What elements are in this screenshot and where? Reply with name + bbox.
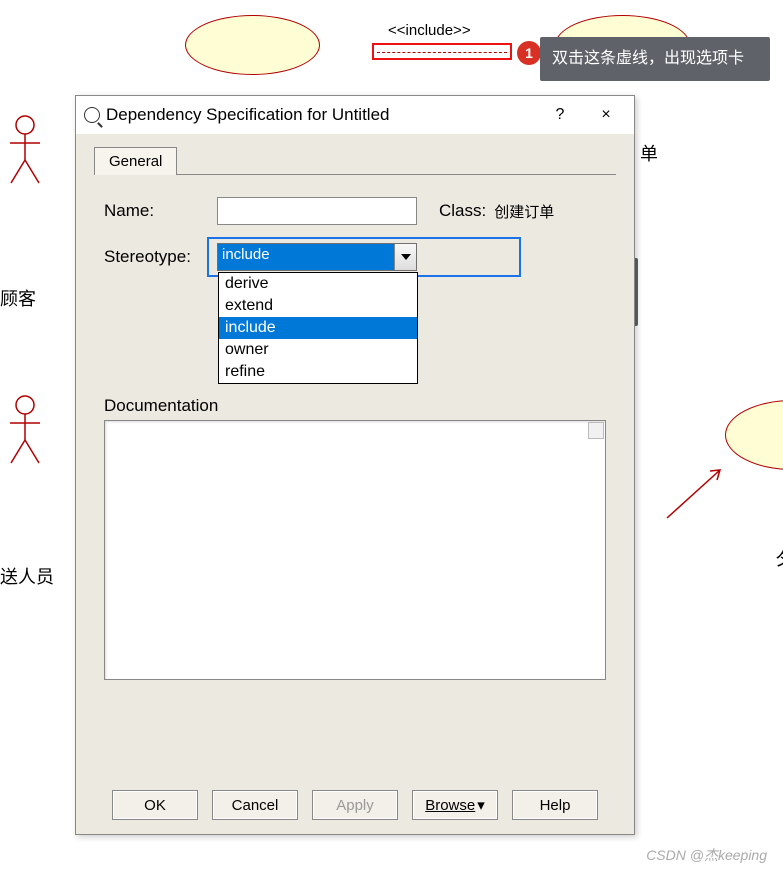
annotation-callout-1: 双击这条虚线，出现选项卡: [540, 37, 770, 81]
uml-dependency-line[interactable]: [372, 43, 512, 60]
browse-button-label: Browse: [425, 797, 475, 814]
close-titlebar-button[interactable]: ×: [586, 98, 626, 132]
actor-label-customer: 顾客: [0, 285, 36, 311]
actor-icon: [5, 395, 45, 465]
uml-include-label: <<include>>: [388, 22, 471, 39]
apply-button[interactable]: Apply: [312, 790, 398, 820]
actor-label-delivery: 送人员: [0, 563, 54, 589]
scrollbar-up-button[interactable]: [588, 422, 604, 439]
ok-button[interactable]: OK: [112, 790, 198, 820]
class-label: Class:: [439, 201, 486, 221]
text-fragment: 单: [640, 140, 658, 166]
chevron-down-icon[interactable]: [394, 244, 416, 270]
dialog-title: Dependency Specification for Untitled: [106, 105, 534, 125]
tab-general[interactable]: General: [94, 147, 177, 175]
magnifier-icon: [84, 107, 100, 123]
stereotype-option[interactable]: derive: [219, 273, 417, 295]
actor-icon: [5, 115, 45, 185]
uml-association-arrow: [665, 465, 725, 520]
watermark: CSDN @杰keeping: [646, 845, 767, 865]
name-label: Name:: [104, 201, 209, 221]
stereotype-value: include: [218, 244, 394, 270]
annotation-badge-1: 1: [517, 41, 541, 65]
uml-usecase-ellipse: [725, 400, 783, 470]
stereotype-option[interactable]: extend: [219, 295, 417, 317]
uml-usecase-ellipse: [185, 15, 320, 75]
stereotype-combobox[interactable]: include derive extend include owner refi…: [217, 243, 417, 271]
text-fragment: 夕: [775, 545, 783, 571]
stereotype-dropdown: derive extend include owner refine: [218, 272, 418, 384]
stereotype-option[interactable]: refine: [219, 361, 417, 383]
documentation-textarea[interactable]: [104, 420, 606, 680]
tabstrip: General: [94, 146, 616, 175]
help-titlebar-button[interactable]: ?: [540, 98, 580, 132]
stereotype-option[interactable]: owner: [219, 339, 417, 361]
documentation-label: Documentation: [94, 396, 616, 416]
stereotype-label: Stereotype:: [104, 247, 209, 267]
browse-button[interactable]: Browse▾: [412, 790, 498, 820]
dependency-specification-dialog: Dependency Specification for Untitled ? …: [75, 95, 635, 835]
name-input[interactable]: [217, 197, 417, 225]
cancel-button[interactable]: Cancel: [212, 790, 298, 820]
class-value: 创建订单: [494, 201, 554, 222]
chevron-down-icon: ▾: [477, 796, 485, 814]
dialog-titlebar[interactable]: Dependency Specification for Untitled ? …: [76, 96, 634, 134]
stereotype-option[interactable]: include: [219, 317, 417, 339]
help-button[interactable]: Help: [512, 790, 598, 820]
